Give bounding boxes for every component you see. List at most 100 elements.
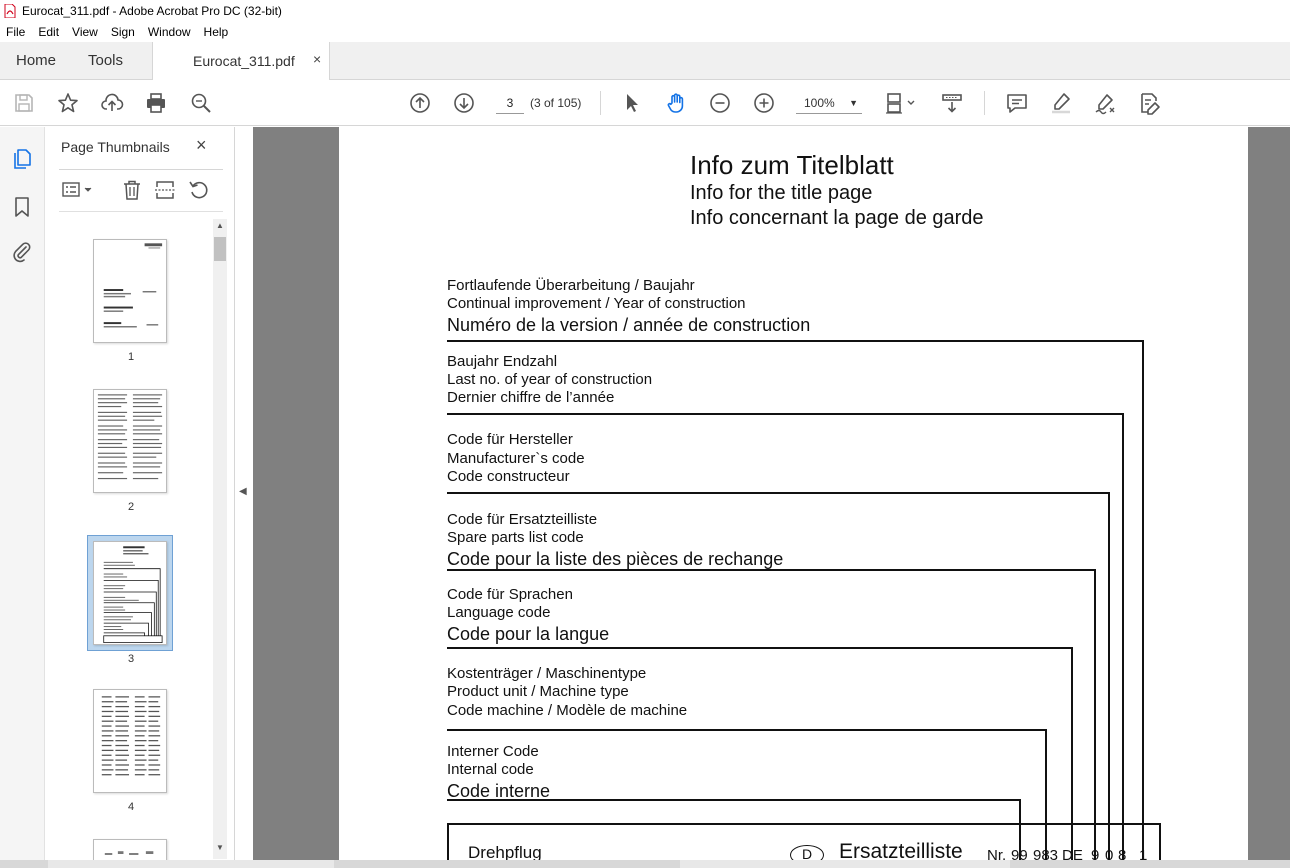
- block-line: Numéro de la version / année de construc…: [447, 315, 811, 335]
- block-line: Product unit / Machine type: [447, 683, 629, 700]
- extract-page-icon[interactable]: [154, 179, 176, 201]
- block-line: Internal code: [447, 761, 534, 778]
- bookmark-icon[interactable]: [10, 195, 34, 219]
- save-icon[interactable]: [12, 91, 36, 115]
- block-line: Code constructeur: [447, 468, 570, 485]
- page-up-icon[interactable]: [408, 91, 432, 115]
- thumbnail-options-icon[interactable]: [61, 179, 97, 201]
- block-line: Code pour la langue: [447, 624, 610, 644]
- page-number-input[interactable]: [496, 92, 524, 114]
- block-line: Dernier chiffre de l’année: [447, 389, 615, 406]
- star-icon[interactable]: [56, 91, 80, 115]
- block-line: Last no. of year of construction: [447, 371, 653, 388]
- tab-document-label: Eurocat_311.pdf: [193, 53, 295, 69]
- code-part: 983: [1033, 847, 1059, 860]
- sign-icon[interactable]: [1093, 91, 1117, 115]
- menu-bar: File Edit View Sign Window Help: [0, 22, 1290, 42]
- leader-line: [1094, 569, 1096, 860]
- thumbnail-label: 1: [127, 351, 135, 363]
- zoom-out-icon[interactable]: [708, 91, 732, 115]
- zoom-level-select[interactable]: 100% ▼: [796, 92, 862, 114]
- thumbnail-image: [93, 389, 167, 493]
- menu-help[interactable]: Help: [204, 25, 229, 39]
- title-bar: Eurocat_311.pdf - Adobe Acrobat Pro DC (…: [0, 0, 1290, 22]
- rotate-page-icon[interactable]: [188, 179, 210, 201]
- delete-page-icon[interactable]: [121, 179, 143, 201]
- page-heading-de: Info zum Titelblatt: [690, 150, 894, 180]
- code-part: 1: [1139, 847, 1148, 860]
- close-tab-icon[interactable]: ×: [313, 51, 321, 67]
- zoom-search-icon[interactable]: [189, 91, 213, 115]
- menu-file[interactable]: File: [6, 25, 25, 39]
- highlight-icon[interactable]: [1049, 91, 1073, 115]
- attachment-icon[interactable]: [10, 240, 34, 264]
- leader-line: [447, 340, 1144, 342]
- page-heading-en: Info for the title page: [690, 182, 873, 204]
- thumbnail-label: 2: [127, 501, 135, 513]
- print-icon[interactable]: [144, 91, 168, 115]
- menu-sign[interactable]: Sign: [111, 25, 135, 39]
- page-down-icon[interactable]: [452, 91, 476, 115]
- thumbnail-label: 3: [127, 653, 135, 665]
- close-pane-icon[interactable]: ×: [196, 135, 207, 156]
- page-heading-fr: Info concernant la page de garde: [690, 207, 984, 229]
- block-line: Code für Ersatzteilliste: [447, 511, 598, 528]
- thumbnail-label: 4: [127, 801, 135, 813]
- tab-bar: Home Tools Eurocat_311.pdf ×: [0, 42, 1290, 81]
- zoom-in-icon[interactable]: [752, 91, 776, 115]
- leader-line: [447, 569, 1096, 571]
- pane-divider: [59, 169, 223, 170]
- leader-line: [447, 492, 1110, 494]
- page-fit-icon[interactable]: [884, 91, 918, 115]
- leader-line: [1108, 492, 1110, 860]
- block-line: Language code: [447, 604, 551, 621]
- menu-edit[interactable]: Edit: [38, 25, 59, 39]
- pdf-page: Info zum Titelblatt Info for the title p…: [339, 127, 1248, 860]
- language-circle: D: [790, 845, 824, 860]
- tab-tools[interactable]: Tools: [88, 42, 123, 80]
- upload-icon[interactable]: [100, 91, 124, 115]
- toolbar: (3 of 105) 100% ▼: [0, 80, 1290, 126]
- pdf-file-icon: [4, 4, 16, 18]
- page-count: (3 of 105): [530, 96, 582, 110]
- scrollbar-thumb[interactable]: [214, 237, 226, 261]
- left-icon-rail: [0, 127, 45, 868]
- block-line: Continual improvement / Year of construc…: [447, 295, 746, 312]
- select-pointer-icon[interactable]: [620, 91, 644, 115]
- comment-icon[interactable]: [1005, 91, 1029, 115]
- menu-window[interactable]: Window: [148, 25, 191, 39]
- pane-divider: [59, 211, 223, 212]
- pane-title: Page Thumbnails: [61, 139, 170, 155]
- block-line: Spare parts list code: [447, 529, 584, 546]
- code-label: Nr.: [987, 847, 1007, 860]
- thumbnail-scrollbar[interactable]: ▲ ▼: [213, 219, 227, 859]
- scroll-segment: [48, 860, 334, 868]
- code-part: 9: [1091, 847, 1100, 860]
- window-title: Eurocat_311.pdf - Adobe Acrobat Pro DC (…: [22, 4, 282, 18]
- leader-line: [447, 413, 1124, 415]
- zoom-level-value: 100%: [804, 96, 835, 110]
- fill-sign-icon[interactable]: [1137, 91, 1161, 115]
- hand-tool-icon[interactable]: [664, 91, 688, 115]
- collapse-pane-icon[interactable]: ◀: [239, 486, 247, 497]
- code-part: 8: [1118, 847, 1127, 860]
- scroll-down-icon[interactable]: ▼: [216, 843, 224, 852]
- chevron-down-icon: ▼: [849, 98, 858, 108]
- leader-line: [1122, 413, 1124, 860]
- scroll-segment: [680, 860, 1010, 868]
- block-line: Manufacturer`s code: [447, 450, 585, 467]
- leader-line: [447, 729, 1047, 731]
- block-line: Kostenträger / Maschinentype: [447, 665, 647, 682]
- block-line: Code für Hersteller: [447, 431, 573, 448]
- page-thumbnails-icon[interactable]: [10, 147, 34, 171]
- tab-document[interactable]: Eurocat_311.pdf ×: [152, 42, 330, 81]
- scroll-up-icon[interactable]: ▲: [216, 221, 224, 230]
- scroll-mode-icon[interactable]: [940, 91, 964, 115]
- menu-view[interactable]: View: [72, 25, 98, 39]
- block-line: Code pour la liste des pièces de rechang…: [447, 549, 784, 569]
- tab-home[interactable]: Home: [16, 42, 56, 80]
- bottom-scroll-area: [0, 860, 1290, 868]
- block-line: Code für Sprachen: [447, 586, 573, 603]
- thumbnail-image: [93, 541, 167, 645]
- document-viewport[interactable]: Info zum Titelblatt Info for the title p…: [253, 127, 1290, 860]
